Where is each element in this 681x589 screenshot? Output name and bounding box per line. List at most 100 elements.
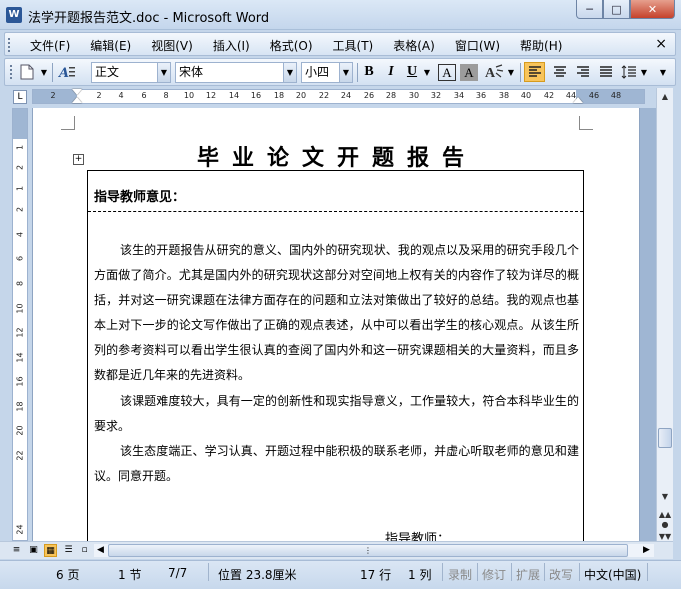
horizontal-ruler[interactable]: L 2 2 4 6 8 10 12 14 16 18 20 22 24 26 2… bbox=[0, 88, 656, 106]
word-app-icon[interactable]: W bbox=[6, 7, 22, 23]
ruler-number: 32 bbox=[430, 91, 442, 100]
menu-file[interactable]: 文件(F) bbox=[25, 37, 75, 54]
next-page-icon: ▼▼ bbox=[658, 531, 672, 541]
italic-button[interactable]: I bbox=[382, 62, 400, 82]
reading-layout-icon[interactable]: ▫ bbox=[78, 544, 91, 557]
maximize-icon: □ bbox=[611, 2, 622, 16]
document-area[interactable]: + 毕业论文开题报告 指导教师意见： 该生的开题报告从研究的意义、国内外的研究现… bbox=[32, 108, 656, 541]
opinion-body[interactable]: 该生的开题报告从研究的意义、国内外的研究现状、我的观点以及采用的研究手段几个方面… bbox=[94, 238, 579, 489]
first-line-indent-marker[interactable] bbox=[72, 89, 82, 95]
text-effect-options-icon[interactable]: ▼ bbox=[506, 62, 516, 82]
style-select-value: 正文 bbox=[95, 65, 120, 79]
web-layout-icon[interactable]: ▣ bbox=[27, 544, 40, 557]
opinion-paragraph: 该生态度端正、学习认真、开题过程中能积极的联系老师，并虚心听取老师的意见和建议。… bbox=[94, 443, 579, 483]
status-record-macro[interactable]: 录制 bbox=[448, 566, 472, 583]
formatting-toolbar: ▼ A 正文 ▼ 宋体 ▼ 小四 ▼ B I U ▼ A A A ▼ ▼ ▼ bbox=[4, 58, 676, 86]
menu-insert[interactable]: 插入(I) bbox=[208, 37, 255, 54]
left-indent-marker[interactable] bbox=[72, 97, 82, 103]
vruler-number: 8 bbox=[15, 280, 25, 287]
character-shading-button[interactable]: A bbox=[460, 64, 478, 81]
ruler-number: 30 bbox=[408, 91, 420, 100]
align-center-button[interactable] bbox=[549, 62, 570, 82]
ruler-number: 40 bbox=[520, 91, 532, 100]
vertical-scroll-thumb[interactable] bbox=[658, 428, 672, 448]
underline-button[interactable]: U bbox=[403, 62, 421, 82]
ruler-number: 2 bbox=[96, 91, 102, 100]
menu-edit[interactable]: 编辑(E) bbox=[85, 37, 136, 54]
vruler-number: 1 bbox=[15, 185, 25, 192]
justify-button[interactable] bbox=[595, 62, 616, 82]
font-select-value: 宋体 bbox=[179, 65, 204, 79]
ruler-number: 46 bbox=[588, 91, 600, 100]
scroll-up-icon: ▲ bbox=[661, 91, 669, 101]
font-size-select[interactable]: 小四 ▼ bbox=[301, 62, 353, 83]
menu-window[interactable]: 窗口(W) bbox=[450, 37, 505, 54]
toolbar-options-icon[interactable]: ▼ bbox=[39, 62, 49, 82]
menu-tools[interactable]: 工具(T) bbox=[328, 37, 379, 54]
horizontal-scrollbar[interactable]: ◀ ⋮ ▶ bbox=[94, 544, 654, 557]
vertical-scrollbar[interactable]: ▲ ▼ ▲▲ ● ▼▼ bbox=[656, 88, 673, 541]
align-right-button[interactable] bbox=[572, 62, 593, 82]
scroll-left-icon[interactable]: ◀ bbox=[94, 544, 107, 557]
ruler-number: 36 bbox=[475, 91, 487, 100]
scroll-up-button[interactable]: ▲ bbox=[657, 88, 673, 104]
style-select[interactable]: 正文 ▼ bbox=[91, 62, 171, 83]
right-indent-marker[interactable] bbox=[573, 97, 583, 103]
vruler-number: 24 bbox=[15, 524, 25, 535]
new-document-icon[interactable] bbox=[17, 62, 37, 82]
chevron-down-icon[interactable]: ▼ bbox=[339, 63, 352, 82]
toolbar-options-icon[interactable]: ▼ bbox=[656, 62, 670, 82]
minimize-button[interactable]: ─ bbox=[576, 0, 603, 19]
justify-icon bbox=[599, 66, 612, 77]
font-select[interactable]: 宋体 ▼ bbox=[175, 62, 297, 83]
scroll-down-button[interactable]: ▼ bbox=[657, 488, 673, 504]
close-button[interactable]: ✕ bbox=[630, 0, 675, 19]
ruler-numbers: 2 2 4 6 8 10 12 14 16 18 20 22 24 26 28 … bbox=[33, 91, 646, 104]
character-border-button[interactable]: A bbox=[438, 64, 456, 81]
chevron-down-icon[interactable]: ▼ bbox=[283, 63, 296, 82]
vertical-ruler[interactable]: 1 2 1 2 4 6 8 10 12 14 16 18 20 22 24 bbox=[12, 108, 28, 541]
text-effect-icon[interactable]: A bbox=[483, 62, 505, 82]
print-layout-icon[interactable]: ▦ bbox=[44, 544, 57, 557]
ruler-number: 34 bbox=[453, 91, 465, 100]
ruler-number: 28 bbox=[385, 91, 397, 100]
menu-view[interactable]: 视图(V) bbox=[146, 37, 198, 54]
scroll-down-icon: ▼ bbox=[661, 491, 669, 501]
opinion-paragraph: 该生的开题报告从研究的意义、国内外的研究现状、我的观点以及采用的研究手段几个方面… bbox=[94, 243, 579, 383]
scroll-right-icon[interactable]: ▶ bbox=[640, 544, 653, 557]
maximize-button[interactable]: □ bbox=[603, 0, 630, 19]
status-extend-selection[interactable]: 扩展 bbox=[516, 566, 540, 583]
chevron-down-icon[interactable]: ▼ bbox=[157, 63, 170, 82]
align-left-button[interactable] bbox=[524, 62, 545, 82]
ruler-number: 14 bbox=[228, 91, 240, 100]
menu-table[interactable]: 表格(A) bbox=[388, 37, 440, 54]
vruler-number: 20 bbox=[15, 425, 25, 436]
ruler-number: 24 bbox=[340, 91, 352, 100]
outline-view-icon[interactable]: ☰ bbox=[62, 544, 75, 557]
status-language[interactable]: 中文(中国) bbox=[584, 566, 641, 583]
line-spacing-icon bbox=[621, 65, 636, 79]
tab-selector[interactable]: L bbox=[13, 90, 27, 104]
bold-button[interactable]: B bbox=[360, 62, 378, 82]
status-overtype[interactable]: 改写 bbox=[549, 566, 573, 583]
underline-options-icon[interactable]: ▼ bbox=[422, 62, 432, 82]
menu-help[interactable]: 帮助(H) bbox=[515, 37, 567, 54]
vruler-number: 2 bbox=[15, 206, 25, 213]
status-track-changes[interactable]: 修订 bbox=[482, 566, 506, 583]
ruler-number: 38 bbox=[498, 91, 510, 100]
close-document-button[interactable]: × bbox=[655, 36, 667, 52]
styles-formatting-icon[interactable]: A bbox=[57, 62, 77, 82]
ruler-number: 22 bbox=[318, 91, 330, 100]
align-center-icon bbox=[553, 66, 566, 77]
toolbar-grip[interactable] bbox=[8, 62, 13, 82]
menu-format[interactable]: 格式(O) bbox=[265, 37, 318, 54]
document-page[interactable]: + 毕业论文开题报告 指导教师意见： 该生的开题报告从研究的意义、国内外的研究现… bbox=[32, 108, 640, 541]
line-spacing-button[interactable] bbox=[619, 62, 639, 82]
normal-view-icon[interactable]: ≡ bbox=[10, 544, 23, 557]
horizontal-scroll-thumb[interactable]: ⋮ bbox=[108, 544, 628, 557]
toolbar-grip[interactable] bbox=[8, 38, 11, 52]
line-spacing-options-icon[interactable]: ▼ bbox=[639, 62, 649, 82]
status-page-of: 7/7 bbox=[168, 566, 188, 580]
svg-text:A: A bbox=[485, 66, 496, 80]
ruler-number: 4 bbox=[118, 91, 124, 100]
